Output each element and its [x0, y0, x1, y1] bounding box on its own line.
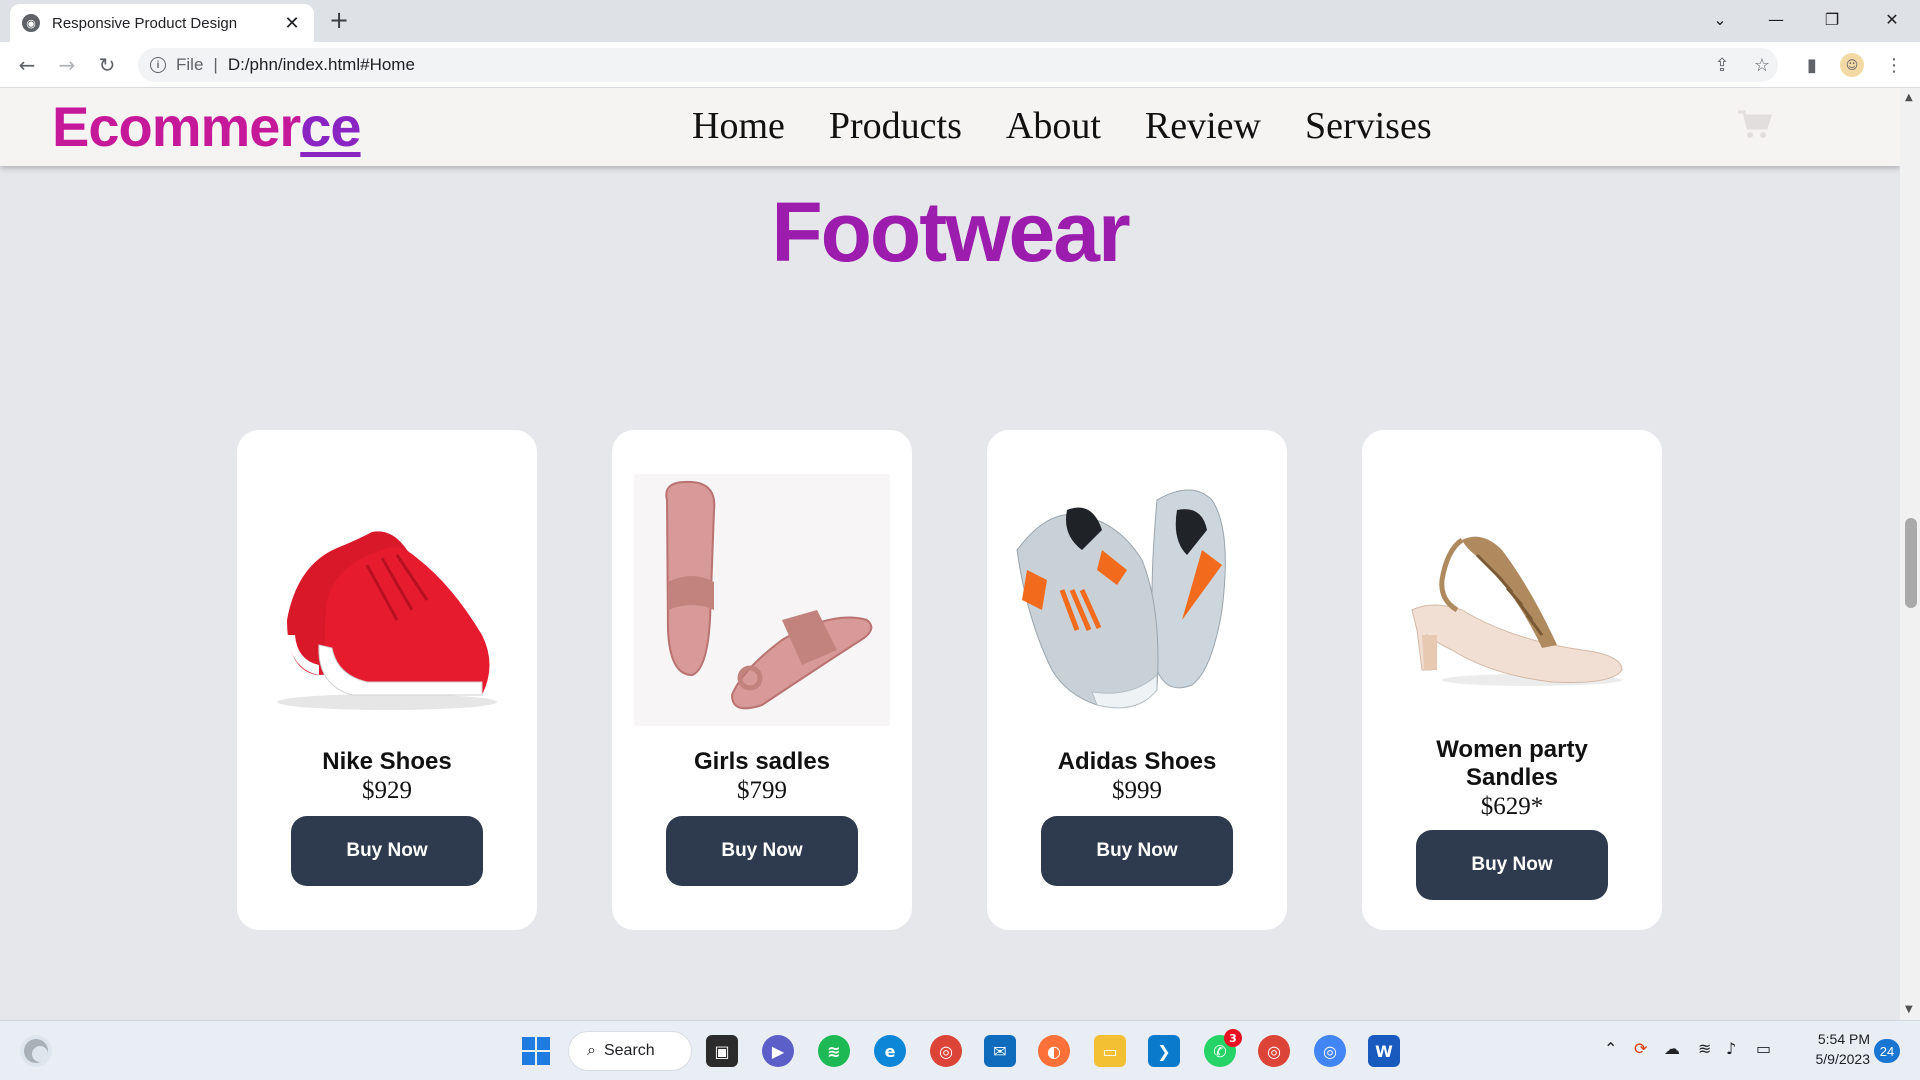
buy-now-button[interactable]: Buy Now	[1416, 830, 1608, 900]
browser-toolbar: ← → ↻ i File | D:/phn/index.html#Home ⇪ …	[0, 42, 1920, 88]
windows-taskbar: ⌕ Search ▣ ▶ ≋ e ◎ ✉ ◐ ▭ ❯ ✆ 3 ◎ ◎ W ⌃ ⟳…	[0, 1020, 1920, 1080]
product-info: Adidas Shoes $999	[987, 748, 1287, 806]
widgets-icon[interactable]	[20, 1035, 52, 1067]
embellished-heel-sandal-image	[1382, 470, 1642, 730]
bookmark-star-icon[interactable]: ☆	[1750, 53, 1774, 77]
wifi-icon[interactable]: ≋	[1698, 1039, 1711, 1058]
search-label: Search	[603, 1042, 655, 1059]
profile-avatar[interactable]: ☺	[1840, 53, 1864, 77]
sync-icon[interactable]: ⟳	[1634, 1039, 1647, 1058]
address-url: D:/phn/index.html#Home	[227, 55, 415, 74]
product-name: Women party Sandles	[1436, 736, 1588, 791]
product-name: Nike Shoes	[322, 748, 452, 775]
show-hidden-icons[interactable]: ⌃	[1604, 1039, 1617, 1058]
site-info-icon[interactable]: i	[150, 57, 166, 73]
volume-icon[interactable]: ♪	[1726, 1039, 1736, 1058]
mail-icon[interactable]: ✉	[984, 1035, 1016, 1067]
scrollbar-thumb[interactable]	[1905, 518, 1917, 608]
section-title: Footwear	[771, 185, 1130, 279]
system-clock[interactable]: 5:54 PM 5/9/2023	[1790, 1029, 1871, 1069]
red-sneakers-image	[257, 470, 517, 730]
menu-icon[interactable]: ⋮	[1882, 53, 1906, 77]
clock-time: 5:54 PM	[1817, 1031, 1870, 1047]
tab-title: Responsive Product Design	[52, 14, 238, 32]
cart-icon[interactable]	[1736, 108, 1773, 140]
product-info: Women party Sandles $629*	[1362, 736, 1662, 822]
product-price: $799	[737, 777, 787, 804]
chrome-active-icon[interactable]: ◎	[1314, 1035, 1346, 1067]
side-panel-icon[interactable]: ▮	[1800, 53, 1824, 77]
edge-icon[interactable]: e	[874, 1035, 906, 1067]
search-icon: ⌕	[587, 1042, 596, 1059]
page-viewport: Ecommerce Home Products About Review Ser…	[0, 88, 1920, 1020]
close-tab-icon[interactable]: ✕	[282, 13, 302, 34]
spotify-icon[interactable]: ≋	[818, 1035, 850, 1067]
pink-sandals-image	[632, 470, 892, 730]
battery-icon[interactable]: ▭	[1756, 1039, 1771, 1058]
whatsapp-badge: 3	[1224, 1029, 1242, 1047]
start-button[interactable]	[520, 1035, 552, 1067]
product-card-women-party-sandals: Women party Sandles $629* Buy Now	[1362, 430, 1662, 930]
buy-now-button[interactable]: Buy Now	[291, 816, 483, 886]
scroll-up-arrow[interactable]: ▲	[1905, 92, 1913, 103]
nav-home[interactable]: Home	[692, 104, 785, 148]
task-view-icon[interactable]: ▣	[706, 1035, 738, 1067]
product-card-adidas: Adidas Shoes $999 Buy Now	[987, 430, 1287, 930]
logo-text-tail: ce	[300, 95, 361, 158]
nav-services[interactable]: Servises	[1305, 104, 1432, 148]
forward-button[interactable]: →	[51, 49, 83, 81]
product-info: Girls sadles $799	[612, 748, 912, 806]
reload-button[interactable]: ↻	[91, 49, 123, 81]
grey-orange-sneakers-image	[1007, 470, 1267, 730]
browser-titlebar: ◉ Responsive Product Design ✕ + ⌄ — ❐ ✕	[0, 0, 1920, 42]
product-card-girls-sandals: Girls sadles $799 Buy Now	[612, 430, 912, 930]
product-name: Adidas Shoes	[1057, 748, 1217, 775]
restore-button[interactable]: ❐	[1804, 0, 1860, 38]
clock-date: 5/9/2023	[1815, 1051, 1871, 1067]
address-separator: |	[213, 55, 218, 74]
onedrive-icon[interactable]: ☁	[1664, 1039, 1680, 1058]
site-header: Ecommerce Home Products About Review Ser…	[0, 88, 1900, 166]
firefox-icon[interactable]: ◐	[1038, 1035, 1070, 1067]
product-card-nike: Nike Shoes $929 Buy Now	[237, 430, 537, 930]
buy-now-button[interactable]: Buy Now	[1041, 816, 1233, 886]
globe-icon: ◉	[22, 14, 40, 32]
nav-products[interactable]: Products	[829, 104, 962, 148]
chrome-icon[interactable]: ◎	[930, 1035, 962, 1067]
minimize-button[interactable]: —	[1748, 0, 1804, 38]
file-explorer-icon[interactable]: ▭	[1094, 1035, 1126, 1067]
teams-chat-icon[interactable]: ▶	[762, 1035, 794, 1067]
site-logo[interactable]: Ecommerce	[52, 94, 362, 159]
browser-tab[interactable]: ◉ Responsive Product Design ✕	[10, 4, 314, 42]
nav-review[interactable]: Review	[1145, 104, 1261, 148]
product-info: Nike Shoes $929	[237, 748, 537, 806]
product-price: $929	[362, 777, 412, 804]
share-icon[interactable]: ⇪	[1710, 53, 1734, 77]
chrome-profile-icon[interactable]: ◎	[1258, 1035, 1290, 1067]
vscode-icon[interactable]: ❯	[1148, 1035, 1180, 1067]
buy-now-button[interactable]: Buy Now	[666, 816, 858, 886]
product-price: $629*	[1480, 793, 1544, 820]
nav-about[interactable]: About	[1006, 104, 1101, 148]
address-bar[interactable]: i File | D:/phn/index.html#Home	[138, 48, 1778, 82]
tab-search-icon[interactable]: ⌄	[1692, 0, 1748, 38]
product-price: $999	[1112, 777, 1162, 804]
close-window-button[interactable]: ✕	[1864, 0, 1920, 38]
scroll-down-arrow[interactable]: ▼	[1905, 1004, 1913, 1015]
main-nav: Home Products About Review Servises	[692, 104, 1432, 148]
word-icon[interactable]: W	[1368, 1035, 1400, 1067]
product-name: Girls sadles	[693, 748, 831, 775]
address-scheme: File	[176, 55, 204, 74]
page-scrollbar[interactable]: ▲ ▼	[1900, 88, 1920, 1020]
new-tab-button[interactable]: +	[325, 6, 353, 34]
logo-text: Ecommer	[52, 95, 301, 158]
taskbar-search[interactable]: ⌕ Search	[568, 1031, 692, 1071]
back-button[interactable]: ←	[11, 49, 43, 81]
notification-count[interactable]: 24	[1874, 1039, 1900, 1063]
whatsapp-icon[interactable]: ✆ 3	[1204, 1029, 1242, 1067]
